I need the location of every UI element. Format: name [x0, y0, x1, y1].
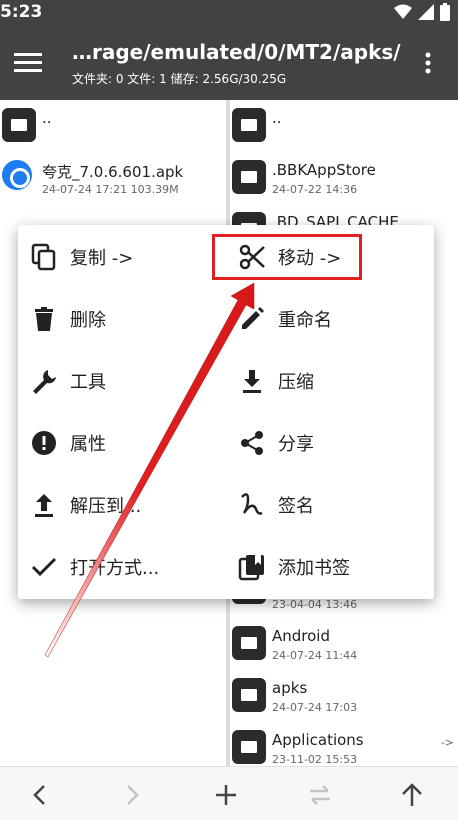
- file-meta: 23-04-04 13:46: [272, 598, 358, 611]
- menu-item-label: 签名: [278, 496, 314, 517]
- hamburger-menu-icon[interactable]: [14, 50, 42, 74]
- menu-item-open-with[interactable]: 打开方式...: [18, 535, 226, 597]
- file-name: Android: [272, 627, 330, 645]
- list-item[interactable]: Applications -> 23-11-02 15:53: [230, 722, 458, 766]
- status-time: 5:23: [0, 2, 43, 22]
- back-arrow-icon[interactable]: [26, 781, 54, 809]
- menu-item-label: 复制 ->: [70, 248, 134, 269]
- file-name: .BBKAppStore: [272, 161, 376, 179]
- menu-item-copy[interactable]: 复制 ->: [18, 225, 226, 287]
- edit-icon: [242, 307, 264, 329]
- share-icon: [241, 431, 263, 455]
- folder-icon: [232, 678, 266, 712]
- more-vert-icon[interactable]: [416, 51, 440, 75]
- menu-item-extract[interactable]: 解压到...: [18, 473, 226, 535]
- menu-item-label: 工具: [70, 372, 106, 393]
- bookmark-icon: [238, 555, 264, 581]
- menu-item-add-bookmark[interactable]: 添加书签: [226, 535, 434, 597]
- menu-item-share[interactable]: 分享: [226, 411, 434, 473]
- check-icon: [31, 557, 57, 577]
- menu-item-properties[interactable]: 属性: [18, 411, 226, 473]
- swap-icon[interactable]: [306, 781, 334, 809]
- add-icon[interactable]: [212, 781, 240, 809]
- signal-icon: [418, 4, 434, 20]
- folder-icon: [232, 108, 266, 142]
- path-info: 文件夹: 0 文件: 1 储存: 2.56G/30.25G: [72, 72, 287, 86]
- file-name: 夸克_7.0.6.601.apk: [42, 163, 184, 181]
- file-name: ..: [42, 109, 52, 127]
- status-icons: [394, 3, 450, 21]
- menu-item-label: 删除: [70, 310, 106, 331]
- menu-item-label: 添加书签: [278, 558, 350, 579]
- app-bar: …rage/emulated/0/MT2/apks/ 文件夹: 0 文件: 1 …: [0, 26, 458, 100]
- folder-icon: [232, 730, 266, 764]
- file-meta: 23-11-02 15:53: [272, 753, 358, 766]
- menu-item-sign[interactable]: 签名: [226, 473, 434, 535]
- menu-item-label: 属性: [70, 434, 106, 455]
- menu-item-delete[interactable]: 删除: [18, 287, 226, 349]
- list-item[interactable]: apks 24-07-24 17:03: [230, 670, 458, 722]
- list-item[interactable]: ..: [230, 100, 458, 152]
- forward-arrow-icon[interactable]: [118, 781, 146, 809]
- list-item[interactable]: 夸克_7.0.6.601.apk 24-07-24 17:21 103.39M: [0, 152, 226, 204]
- up-arrow-icon[interactable]: [398, 781, 426, 809]
- folder-icon: [232, 160, 266, 194]
- upload-icon: [35, 494, 53, 517]
- menu-item-label: 重命名: [278, 310, 332, 331]
- menu-item-label: 压缩: [278, 372, 314, 393]
- bottom-toolbar: [0, 766, 458, 820]
- menu-item-tools[interactable]: 工具: [18, 349, 226, 411]
- menu-item-label: 分享: [278, 434, 314, 455]
- file-meta: 24-07-24 11:44: [272, 649, 358, 662]
- signature-icon: [241, 493, 263, 515]
- download-icon: [243, 370, 261, 393]
- wifi-icon: [394, 4, 412, 19]
- folder-icon: [2, 108, 36, 142]
- file-meta: 24-07-22 14:36: [272, 183, 358, 196]
- list-item[interactable]: .BBKAppStore 24-07-22 14:36: [230, 152, 458, 204]
- file-meta: 24-07-24 17:21 103.39M: [42, 183, 179, 196]
- menu-item-label: 打开方式...: [70, 558, 160, 579]
- folder-arrow: ->: [440, 736, 454, 749]
- menu-item-compress[interactable]: 压缩: [226, 349, 434, 411]
- file-meta: 24-07-24 17:03: [272, 701, 358, 714]
- menu-item-label: 解压到...: [70, 496, 142, 517]
- wrench-icon: [33, 370, 56, 394]
- list-item[interactable]: Android 24-07-24 11:44: [230, 618, 458, 670]
- copy-icon: [31, 243, 56, 271]
- delete-icon: [35, 307, 53, 331]
- file-name: apks: [272, 679, 308, 697]
- battery-icon: [440, 3, 450, 21]
- path-title: …rage/emulated/0/MT2/apks/: [72, 40, 401, 64]
- file-name: ..: [272, 109, 282, 127]
- list-item[interactable]: ..: [0, 100, 226, 152]
- menu-item-rename[interactable]: 重命名: [226, 287, 434, 349]
- file-name: Applications: [272, 731, 364, 749]
- context-menu: 复制 -> 移动 -> 删除 重命名 工具 压缩 属性 分享 解压到... 签名…: [18, 225, 434, 599]
- folder-icon: [232, 626, 266, 660]
- highlight-box: [212, 234, 362, 280]
- info-icon: [32, 431, 56, 455]
- status-bar: 5:23: [0, 0, 458, 26]
